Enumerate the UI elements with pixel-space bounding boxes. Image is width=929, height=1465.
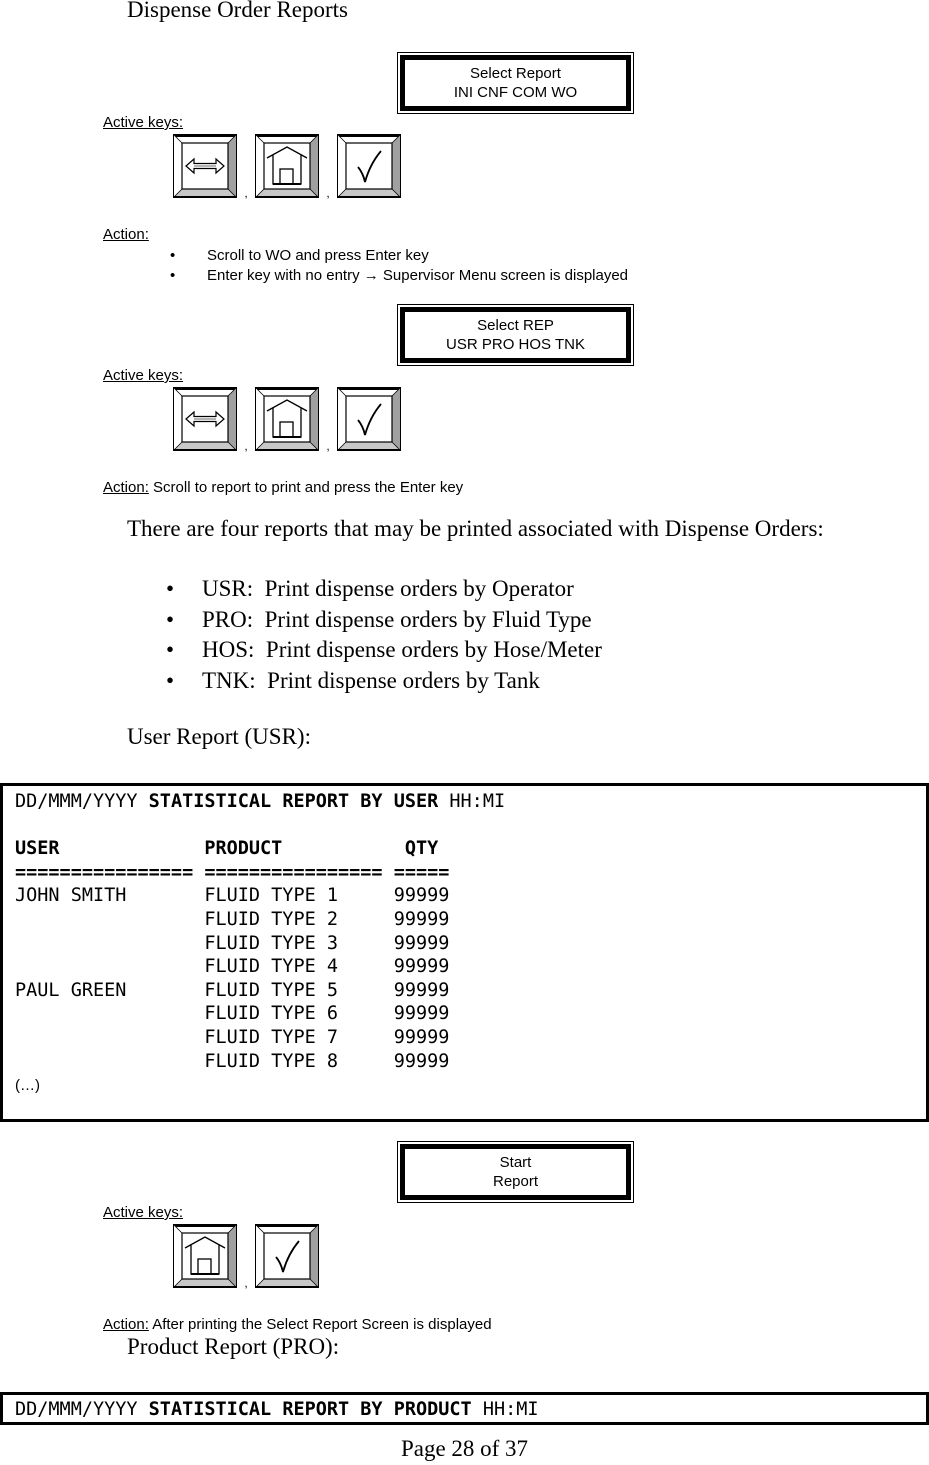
lcd-screen-start-report: Start Report — [397, 1141, 634, 1203]
section-title: Dispense Order Reports — [127, 0, 349, 22]
product-report-title: DD/MMM/YYYY STATISTICAL REPORT BY PRODUC… — [15, 1399, 539, 1420]
action-label: Action: — [103, 1316, 149, 1333]
active-keys-label: Active keys: — [103, 114, 184, 131]
report-row: FLUID TYPE 6 99999 — [15, 1003, 450, 1025]
active-keys-label: Active keys: — [103, 1204, 184, 1221]
report-row: FLUID TYPE 8 99999 — [15, 1050, 450, 1072]
user-report-preview: DD/MMM/YYYY STATISTICAL REPORT BY USER H… — [0, 783, 929, 1122]
home-key — [255, 134, 319, 198]
check-mark-icon — [337, 134, 401, 198]
left-right-arrow-icon — [173, 387, 237, 451]
action-list: • Scroll to WO and press Enter key • Enter… — [170, 246, 628, 286]
left-right-arrow-icon — [173, 134, 237, 198]
lcd-screen-select-report: Select Report INI CNF COM WO — [397, 52, 634, 114]
report-row: PAUL GREEN FLUID TYPE 5 99999 — [15, 979, 450, 1001]
report-row: FLUID TYPE 7 99999 — [15, 1026, 450, 1048]
key-separator: , — [244, 186, 248, 200]
key-separator: , — [244, 1276, 248, 1290]
action-item: • Enter key with no entry → Supervisor Me… — [170, 267, 629, 284]
report-date: DD/MMM/YYYY — [15, 791, 138, 812]
active-keys-group: , — [173, 1224, 319, 1290]
report-type-item: • PRO: Print dispense orders by Fluid Typ… — [166, 606, 592, 632]
report-row: FLUID TYPE 2 99999 — [15, 908, 450, 930]
report-title: STATISTICAL REPORT BY USER — [148, 791, 439, 812]
key-separator: , — [244, 439, 248, 453]
home-icon — [255, 134, 319, 198]
action-text: Action: Scroll to report to print and pr… — [103, 479, 463, 496]
report-type-list: • USR: Print dispense orders by Operator … — [150, 574, 602, 696]
screen-line-1: Start — [499, 1154, 532, 1171]
enter-key — [255, 1224, 319, 1288]
action-label: Action: — [103, 226, 149, 243]
scroll-key — [173, 387, 237, 451]
user-report-text: DD/MMM/YYYY STATISTICAL REPORT BY USER H… — [15, 790, 926, 1098]
report-row: FLUID TYPE 4 99999 — [15, 956, 450, 978]
home-key — [255, 387, 319, 451]
screen-line-2: INI CNF COM WO — [453, 84, 578, 101]
key-separator: , — [326, 186, 330, 200]
action-text: Action: After printing the Select Report… — [103, 1316, 492, 1333]
screen-line-2: USR PRO HOS TNK — [446, 336, 585, 353]
action-label: Action: — [103, 479, 149, 496]
check-mark-icon — [337, 387, 401, 451]
report-type-item: • USR: Print dispense orders by Operator — [166, 576, 574, 601]
scroll-key — [173, 134, 237, 198]
report-type-item: • TNK: Print dispense orders by Tank — [166, 667, 540, 693]
report-column-headers: USER PRODUCT QTY — [15, 838, 439, 860]
home-icon — [173, 1224, 237, 1288]
product-report-preview: DD/MMM/YYYY STATISTICAL REPORT BY PRODUC… — [0, 1392, 929, 1425]
action-description: After printing the Select Report Screen … — [152, 1316, 492, 1333]
report-time: HH:MI — [449, 791, 506, 812]
report-type-item: • HOS: Print dispense orders by Hose/Mete… — [166, 637, 602, 663]
product-report-heading: Product Report (PRO): — [127, 1334, 340, 1359]
action-description: Scroll to report to print and press the … — [153, 479, 464, 496]
home-icon — [255, 387, 319, 451]
screen-line-1: Select Report — [470, 65, 561, 82]
active-keys-label: Active keys: — [103, 367, 184, 384]
user-report-heading: User Report (USR): — [127, 724, 311, 749]
report-ellipsis: (…) — [15, 1077, 40, 1095]
active-keys-group: ,, — [173, 134, 401, 200]
report-row: FLUID TYPE 3 99999 — [15, 932, 450, 954]
check-mark-icon — [255, 1224, 319, 1288]
home-key — [173, 1224, 237, 1288]
key-separator: , — [326, 439, 330, 453]
action-item: • Scroll to WO and press Enter key — [170, 247, 429, 264]
enter-key — [337, 134, 401, 198]
screen-line-2: Report — [492, 1173, 539, 1190]
lcd-screen-select-rep: Select REP USR PRO HOS TNK — [397, 304, 634, 366]
screen-line-1: Select REP — [477, 317, 554, 334]
intro-paragraph: There are four reports that may be print… — [127, 516, 824, 541]
report-separator: ================ ================ ===== — [15, 861, 450, 883]
page-number: Page 28 of 37 — [400, 1436, 529, 1461]
enter-key — [337, 387, 401, 451]
report-row: JOHN SMITH FLUID TYPE 1 99999 — [15, 885, 450, 907]
active-keys-group: ,, — [173, 387, 401, 453]
